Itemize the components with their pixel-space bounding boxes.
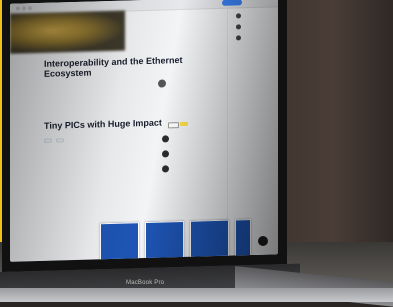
window-dot[interactable] [16, 6, 20, 11]
brand-label: MacBook Pro [126, 280, 165, 286]
content-card[interactable] [190, 219, 229, 262]
avatar [162, 135, 169, 143]
author-block [158, 79, 198, 102]
right-sidebar [227, 6, 278, 256]
follow-button[interactable] [168, 122, 179, 129]
avatar [236, 13, 241, 19]
card-row [100, 219, 251, 262]
laptop-screen: Interoperability and the Ethernet Ecosys… [10, 0, 278, 262]
sidebar-item[interactable] [236, 23, 278, 30]
content-card[interactable] [145, 220, 184, 262]
article-1-title[interactable]: Interoperability and the Ethernet Ecosys… [44, 54, 214, 79]
avatar [162, 150, 169, 158]
window-dot[interactable] [22, 6, 26, 11]
avatar[interactable] [158, 79, 166, 88]
avatar [236, 35, 241, 41]
article-2-title[interactable]: Tiny PICs with Huge Impact [44, 116, 214, 131]
list-item[interactable] [162, 134, 222, 143]
tag[interactable] [56, 138, 64, 143]
screen-bezel: Interoperability and the Ethernet Ecosys… [2, 0, 287, 273]
subscribe-button[interactable] [180, 121, 188, 127]
sidebar-item[interactable] [236, 34, 278, 41]
laptop: Interoperability and the Ethernet Ecosys… [0, 0, 393, 307]
avatar [162, 165, 169, 173]
dark-circle-button [258, 236, 268, 246]
top-action-button[interactable] [222, 0, 242, 6]
content-card[interactable] [100, 222, 139, 262]
tag[interactable] [44, 138, 52, 143]
laptop-base [0, 288, 393, 302]
list-item[interactable] [162, 164, 222, 173]
hero-image [10, 10, 125, 54]
avatar [236, 24, 241, 30]
list-item[interactable] [162, 149, 222, 158]
window-dot[interactable] [28, 6, 32, 11]
web-page: Interoperability and the Ethernet Ecosys… [10, 6, 278, 262]
content-card[interactable] [235, 219, 251, 262]
sidebar-item[interactable] [236, 12, 278, 19]
people-list [162, 134, 222, 181]
